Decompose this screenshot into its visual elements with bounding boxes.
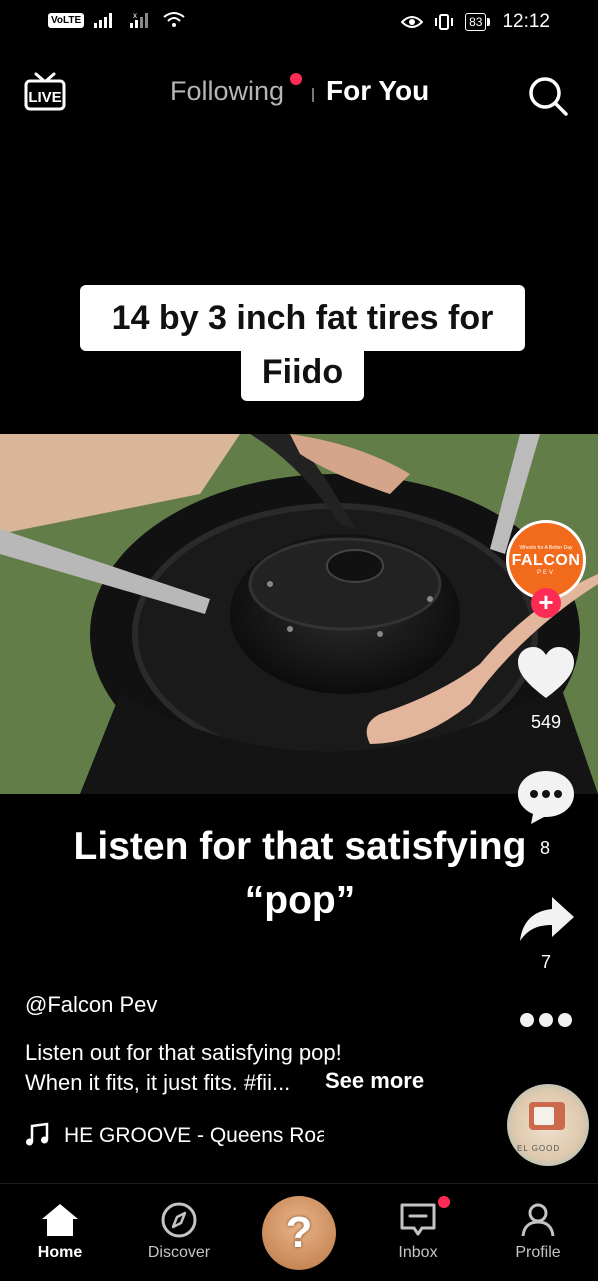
inbox-icon	[400, 1203, 436, 1236]
more-options-icon[interactable]	[518, 1010, 574, 1030]
svg-text:x: x	[133, 11, 137, 20]
avatar-sub: PEV	[536, 569, 555, 576]
follow-button[interactable]: +	[531, 588, 561, 618]
video-overlay-caption: Listen for that satisfying “pop”	[20, 820, 580, 928]
volte-badge: VoLTE	[48, 12, 85, 28]
disc-artwork-screen	[534, 1107, 554, 1125]
signal-x-icon: x	[130, 11, 149, 28]
avatar-brand: FALCON	[511, 551, 581, 569]
nav-discover-label: Discover	[147, 1244, 211, 1261]
disc-label: EL GOOD	[517, 1144, 561, 1153]
overlay-caption-line2: “pop”	[244, 879, 356, 922]
heart-icon[interactable]	[516, 645, 576, 701]
create-button[interactable]: ?	[262, 1196, 336, 1270]
share-icon[interactable]	[518, 895, 576, 943]
nav-discover[interactable]: Discover	[129, 1202, 229, 1262]
tab-for-you[interactable]: For You	[326, 75, 429, 107]
signal-icon	[94, 13, 113, 28]
comment-icon[interactable]	[516, 768, 576, 826]
create-button-glyph: ?	[285, 1208, 313, 1257]
video-frame[interactable]	[0, 434, 598, 794]
video-caption-line2: Fiido	[241, 345, 364, 401]
nav-profile-label: Profile	[515, 1244, 561, 1261]
tab-divider	[312, 88, 314, 102]
wifi-icon	[163, 12, 185, 27]
following-notification-dot	[290, 73, 302, 85]
music-disc[interactable]: EL GOOD	[507, 1084, 589, 1166]
nav-inbox[interactable]: Inbox	[368, 1202, 468, 1262]
tab-following[interactable]: Following	[170, 76, 284, 107]
status-bar: VoLTE x 83 12:12	[0, 0, 598, 44]
nav-inbox-label: Inbox	[398, 1244, 438, 1261]
video-caption-line1: 14 by 3 inch fat tires for	[80, 285, 525, 351]
song-title[interactable]: HE GROOVE - Queens Road	[64, 1124, 324, 1148]
share-count: 7	[540, 952, 551, 972]
profile-icon	[521, 1203, 555, 1237]
live-label: LIVE	[28, 89, 61, 106]
creator-username[interactable]: @Falcon Pev	[25, 992, 157, 1018]
vibrate-icon	[435, 14, 454, 30]
live-icon[interactable]: LIVE	[24, 70, 66, 114]
video-scene-illustration	[0, 434, 598, 794]
home-icon	[42, 1204, 78, 1236]
avatar-tagline: Wheels for A Better Day	[519, 544, 573, 551]
like-count: 549	[530, 712, 562, 732]
eye-icon	[401, 16, 424, 28]
compass-icon	[161, 1202, 197, 1238]
battery-level: 83	[465, 13, 491, 31]
description-line1: Listen out for that satisfying pop!	[25, 1040, 342, 1065]
search-icon[interactable]	[526, 74, 570, 118]
overlay-caption-line1: Listen for that satisfying	[73, 825, 527, 868]
comment-count: 8	[540, 838, 551, 858]
music-note-icon	[26, 1122, 49, 1146]
description-line2: When it fits, it just fits. #fii...	[25, 1070, 291, 1095]
nav-profile[interactable]: Profile	[488, 1202, 588, 1262]
see-more-link[interactable]: See more	[325, 1068, 424, 1094]
clock: 12:12	[502, 11, 550, 32]
status-left: VoLTE x	[48, 11, 186, 29]
nav-home-label: Home	[37, 1244, 83, 1261]
nav-home[interactable]: Home	[10, 1202, 110, 1262]
inbox-notification-dot	[438, 1196, 450, 1208]
status-right: 83 12:12	[401, 11, 550, 33]
